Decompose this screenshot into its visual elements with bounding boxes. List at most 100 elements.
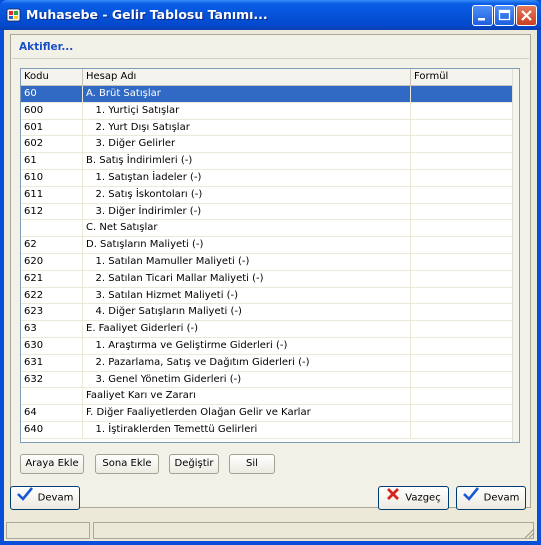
table-row[interactable]: 62 D. Satışların Maliyeti (-) bbox=[21, 237, 513, 254]
sona-ekle-button[interactable]: Sona Ekle bbox=[95, 454, 159, 474]
table-row[interactable]: 622 3. Satılan Hizmet Maliyeti (-) bbox=[21, 287, 513, 305]
cell-hesap-adi: E. Faaliyet Giderleri (-) bbox=[83, 321, 411, 337]
devam-left-label: Devam bbox=[37, 492, 74, 504]
cell-kodu: 610 bbox=[21, 169, 83, 186]
araya-ekle-button[interactable]: Araya Ekle bbox=[20, 454, 84, 474]
cell-hesap-adi: 3. Genel Yönetim Giderleri (-) bbox=[83, 371, 411, 388]
cell-hesap-adi: 3. Diğer İndirimler (-) bbox=[83, 203, 411, 220]
degistir-button[interactable]: Değiştir bbox=[169, 454, 219, 474]
column-header-formul[interactable]: Formül bbox=[411, 69, 513, 85]
cell-formul bbox=[411, 254, 513, 270]
cell-kodu: 64 bbox=[21, 405, 83, 421]
table-row[interactable]: 64 F. Diğer Faaliyetlerden Olağan Gelir v… bbox=[21, 405, 513, 422]
cell-hesap-adi: 3. Satılan Hizmet Maliyeti (-) bbox=[83, 287, 411, 304]
cell-kodu: 600 bbox=[21, 102, 83, 119]
table-row[interactable]: 600 1. Yurtiçi Satışlar bbox=[21, 102, 513, 120]
cell-kodu: 621 bbox=[21, 270, 83, 287]
cell-formul bbox=[411, 304, 513, 320]
cell-hesap-adi: 1. Yurtiçi Satışlar bbox=[83, 102, 411, 119]
table-row[interactable]: 602 3. Diğer Gelirler bbox=[21, 136, 513, 154]
sil-label: Sil bbox=[246, 458, 258, 469]
column-header-kodu[interactable]: Kodu bbox=[21, 69, 83, 85]
cell-formul bbox=[411, 220, 513, 236]
table-row[interactable]: Faaliyet Karı ve Zararı bbox=[21, 388, 513, 406]
column-header-hesap-adi[interactable]: Hesap Adı bbox=[83, 69, 411, 85]
resize-grip-icon[interactable] bbox=[523, 527, 535, 539]
cell-formul bbox=[411, 271, 513, 287]
cell-formul bbox=[411, 136, 513, 152]
table-row[interactable]: 630 1. Araştırma ve Geliştirme Giderleri… bbox=[21, 337, 513, 355]
table-row[interactable]: 60 A. Brüt Satışlar bbox=[21, 86, 513, 103]
accounts-panel: Aktifler... Kodu Hesap Adı Formül 60 A. B… bbox=[10, 34, 531, 508]
cell-kodu: 623 bbox=[21, 304, 83, 321]
table-row[interactable]: 640 1. İştiraklerden Temettü Gelirleri bbox=[21, 421, 513, 439]
cell-kodu: 60 bbox=[21, 86, 83, 102]
status-panel-1 bbox=[6, 522, 90, 539]
cell-formul bbox=[411, 355, 513, 371]
cell-hesap-adi: 1. Satılan Mamuller Maliyeti (-) bbox=[83, 253, 411, 270]
maximize-button[interactable] bbox=[494, 5, 515, 26]
cell-hesap-adi: B. Satış İndirimleri (-) bbox=[83, 153, 411, 169]
accounts-grid[interactable]: Kodu Hesap Adı Formül 60 A. Brüt Satışlar… bbox=[20, 68, 520, 443]
table-row[interactable]: 61 B. Satış İndirimleri (-) bbox=[21, 153, 513, 170]
vazgec-button[interactable]: Vazgeç bbox=[378, 486, 449, 510]
table-row[interactable]: 601 2. Yurt Dışı Satışlar bbox=[21, 119, 513, 137]
minimize-button[interactable] bbox=[472, 5, 493, 26]
cell-hesap-adi: 2. Satış İskontoları (-) bbox=[83, 186, 411, 203]
vazgec-label: Vazgeç bbox=[405, 492, 441, 504]
degistir-label: Değiştir bbox=[174, 458, 214, 469]
table-row[interactable]: 631 2. Pazarlama, Satış ve Dağıtım Gider… bbox=[21, 354, 513, 372]
window-title: Muhasebe - Gelir Tablosu Tanımı... bbox=[26, 7, 268, 22]
cell-formul bbox=[411, 405, 513, 421]
table-row[interactable]: 632 3. Genel Yönetim Giderleri (-) bbox=[21, 371, 513, 389]
close-button[interactable] bbox=[516, 5, 537, 26]
cell-hesap-adi: 1. Araştırma ve Geliştirme Giderleri (-) bbox=[83, 337, 411, 354]
table-row[interactable]: 611 2. Satış İskontoları (-) bbox=[21, 186, 513, 204]
checkmark-icon bbox=[16, 487, 33, 510]
cell-hesap-adi: A. Brüt Satışlar bbox=[83, 86, 411, 102]
cell-kodu: 612 bbox=[21, 203, 83, 220]
sil-button[interactable]: Sil bbox=[229, 454, 275, 474]
cell-formul bbox=[411, 153, 513, 169]
table-row[interactable]: 610 1. Satıştan İadeler (-) bbox=[21, 169, 513, 187]
cell-hesap-adi: F. Diğer Faaliyetlerden Olağan Gelir ve … bbox=[83, 405, 411, 421]
devam-button-left[interactable]: Devam bbox=[10, 486, 80, 510]
cell-formul bbox=[411, 338, 513, 354]
cell-kodu bbox=[21, 220, 83, 237]
cell-hesap-adi: 2. Pazarlama, Satış ve Dağıtım Giderleri… bbox=[83, 354, 411, 371]
cell-kodu: 630 bbox=[21, 337, 83, 354]
cell-kodu bbox=[21, 388, 83, 405]
table-row[interactable]: 620 1. Satılan Mamuller Maliyeti (-) bbox=[21, 253, 513, 271]
cell-kodu: 602 bbox=[21, 136, 83, 153]
cell-kodu: 611 bbox=[21, 186, 83, 203]
cell-kodu: 631 bbox=[21, 354, 83, 371]
table-row[interactable]: 621 2. Satılan Ticari Mallar Maliyeti (-… bbox=[21, 270, 513, 288]
panel-divider bbox=[12, 58, 529, 59]
vertical-scrollbar[interactable] bbox=[512, 69, 519, 442]
cell-hesap-adi: C. Net Satışlar bbox=[83, 220, 411, 237]
cell-kodu: 640 bbox=[21, 421, 83, 438]
table-row[interactable]: 63 E. Faaliyet Giderleri (-) bbox=[21, 321, 513, 338]
status-panel-2 bbox=[93, 522, 534, 539]
cell-hesap-adi: Faaliyet Karı ve Zararı bbox=[83, 388, 411, 405]
sona-ekle-label: Sona Ekle bbox=[102, 458, 152, 469]
table-row[interactable]: 612 3. Diğer İndirimler (-) bbox=[21, 203, 513, 221]
cell-hesap-adi: 4. Diğer Satışların Maliyeti (-) bbox=[83, 304, 411, 321]
cell-kodu: 61 bbox=[21, 153, 83, 169]
cell-formul bbox=[411, 422, 513, 438]
devam-button-right[interactable]: Devam bbox=[456, 486, 526, 510]
cell-hesap-adi: D. Satışların Maliyeti (-) bbox=[83, 237, 411, 253]
cell-hesap-adi: 1. İştiraklerden Temettü Gelirleri bbox=[83, 421, 411, 438]
checkmark-icon bbox=[462, 487, 479, 510]
table-row[interactable]: 623 4. Diğer Satışların Maliyeti (-) bbox=[21, 304, 513, 322]
cell-kodu: 63 bbox=[21, 321, 83, 337]
cell-formul bbox=[411, 187, 513, 203]
cancel-x-icon bbox=[386, 487, 400, 510]
title-bar[interactable]: Muhasebe - Gelir Tablosu Tanımı... bbox=[0, 0, 541, 30]
cell-kodu: 62 bbox=[21, 237, 83, 253]
grid-rows: 60 A. Brüt Satışlar 600 1. Yurtiçi Satışla… bbox=[21, 86, 513, 439]
window-client-area: Aktifler... Kodu Hesap Adı Formül 60 A. B… bbox=[4, 30, 537, 541]
cell-kodu: 622 bbox=[21, 287, 83, 304]
cell-hesap-adi: 1. Satıştan İadeler (-) bbox=[83, 169, 411, 186]
table-row[interactable]: C. Net Satışlar bbox=[21, 220, 513, 238]
